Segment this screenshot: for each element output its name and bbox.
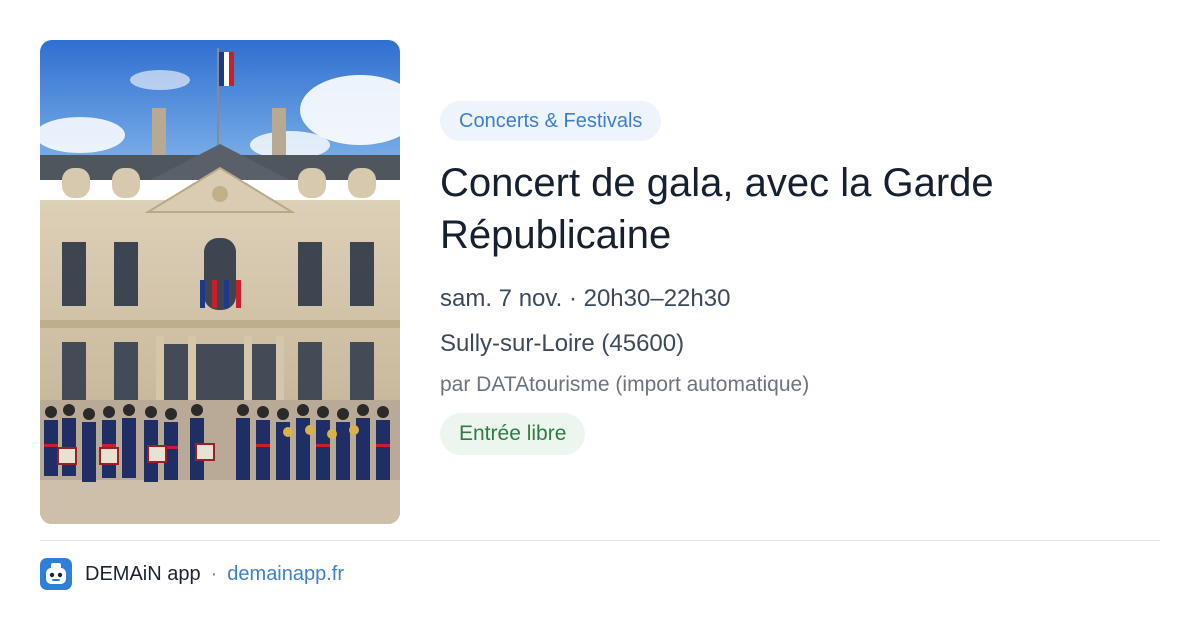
footer-separator: · bbox=[210, 562, 218, 585]
event-details: Concerts & Festivals Concert de gala, av… bbox=[440, 101, 1160, 455]
event-source: par DATAtourisme (import automatique) bbox=[440, 373, 810, 396]
site-link[interactable]: demainapp.fr bbox=[227, 563, 344, 586]
event-location: Sully-sur-Loire (45600) bbox=[440, 330, 685, 357]
category-tag[interactable]: Concerts & Festivals bbox=[440, 101, 662, 141]
app-name: DEMAiN app bbox=[85, 562, 201, 585]
robot-face-icon bbox=[40, 558, 72, 590]
event-datetime: sam. 7 nov. · 20h30–22h30 bbox=[440, 285, 731, 312]
event-image bbox=[40, 40, 400, 524]
footer-divider bbox=[40, 540, 1160, 541]
footer: DEMAiN app · demainapp.fr bbox=[40, 558, 344, 590]
price-badge: Entrée libre bbox=[440, 413, 586, 455]
event-title[interactable]: Concert de gala, avec la Garde Républica… bbox=[440, 157, 1160, 261]
